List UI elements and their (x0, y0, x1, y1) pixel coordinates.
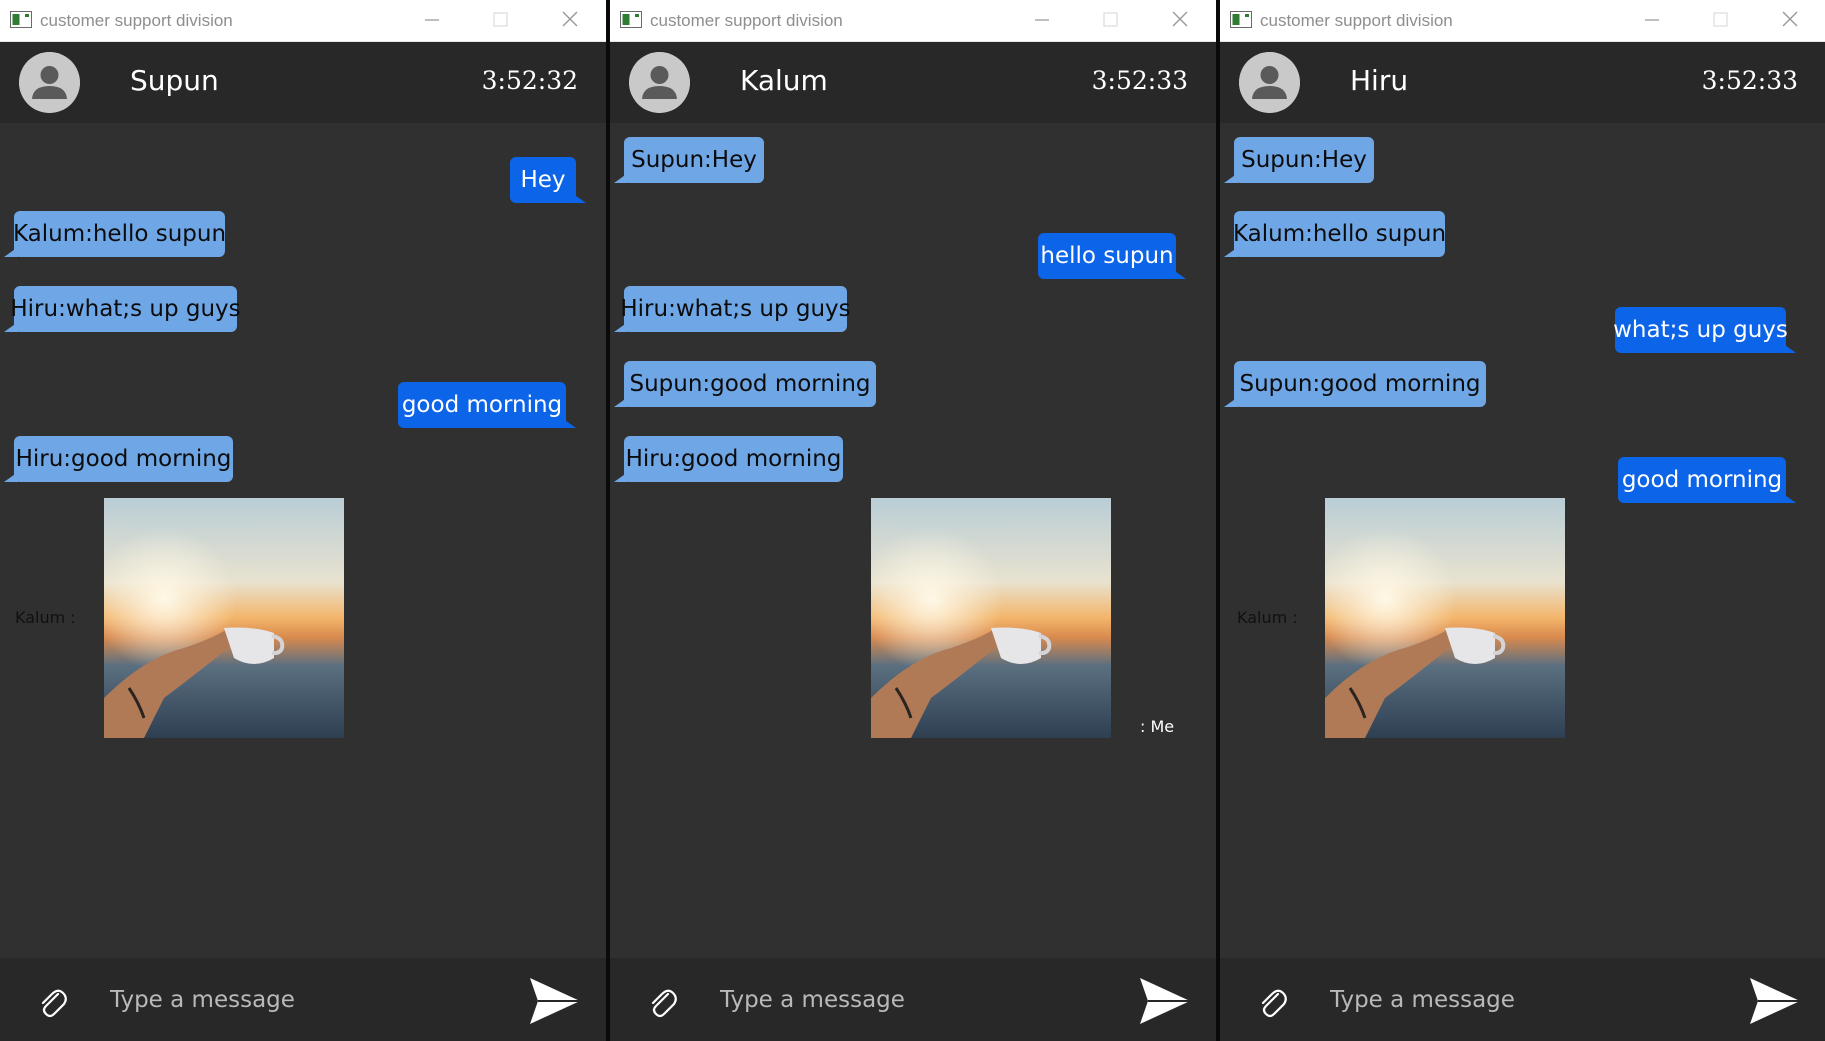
sunset-coffee-photo (104, 498, 344, 738)
close-icon (1782, 11, 1798, 27)
chat-header: Kalum 3:52:33 (610, 42, 1216, 123)
image-sender-label: Kalum : (15, 608, 76, 627)
maximize-icon (493, 12, 508, 27)
message-bubble-incoming[interactable]: Hiru:what;s up guys (614, 286, 851, 332)
message-list[interactable]: Hey Kalum:hello supun Hiru:what;s up guy… (0, 123, 606, 958)
close-icon (1172, 11, 1188, 27)
clock: 3:52:32 (481, 66, 578, 95)
message-bubble-incoming[interactable]: Kalum:hello supun (4, 211, 226, 257)
chat-header: Hiru 3:52:33 (1220, 42, 1825, 123)
window-title: customer support division (650, 11, 843, 30)
app-icon (620, 11, 642, 28)
contact-name: Kalum (740, 64, 828, 97)
user-silhouette-icon (629, 52, 690, 113)
chat-window-kalum: customer support division Kalum 3:52:33 … (610, 0, 1216, 1041)
close-button[interactable] (1776, 8, 1804, 32)
avatar[interactable] (629, 52, 690, 113)
shared-image[interactable] (871, 498, 1111, 738)
minimize-icon (1035, 19, 1049, 21)
shared-image[interactable] (104, 498, 344, 738)
message-list[interactable]: Supun:Hey hello supun Hiru:what;s up guy… (610, 123, 1216, 958)
shared-image[interactable] (1325, 498, 1565, 738)
composer (610, 958, 1216, 1041)
paperclip-icon[interactable] (36, 986, 70, 1020)
user-silhouette-icon (19, 52, 80, 113)
send-icon[interactable] (1138, 976, 1192, 1026)
sunset-coffee-photo (1325, 498, 1565, 738)
user-silhouette-icon (1239, 52, 1300, 113)
contact-name: Supun (130, 64, 219, 97)
avatar[interactable] (1239, 52, 1300, 113)
maximize-icon (1103, 12, 1118, 27)
message-bubble-incoming[interactable]: Hiru:good morning (614, 436, 843, 482)
close-button[interactable] (1166, 8, 1194, 32)
message-bubble-incoming[interactable]: Supun:Hey (614, 137, 764, 183)
composer (1220, 958, 1825, 1041)
title-bar: customer support division (1220, 0, 1825, 42)
minimize-button[interactable] (1028, 8, 1056, 32)
window-title: customer support division (1260, 11, 1453, 30)
message-bubble-incoming[interactable]: Supun:good morning (1224, 361, 1486, 407)
chat-window-supun: customer support division Supun 3:52:32 … (0, 0, 606, 1041)
app-icon (1230, 11, 1252, 28)
send-icon[interactable] (528, 976, 582, 1026)
composer (0, 958, 606, 1041)
maximize-button[interactable] (1706, 8, 1734, 32)
contact-name: Hiru (1350, 64, 1409, 97)
sunset-coffee-photo (871, 498, 1111, 738)
send-icon[interactable] (1748, 976, 1802, 1026)
message-bubble-outgoing[interactable]: hello supun (1038, 233, 1186, 279)
message-input[interactable] (720, 980, 1120, 1020)
message-bubble-outgoing[interactable]: good morning (398, 382, 576, 428)
minimize-icon (425, 19, 439, 21)
app-icon (10, 11, 32, 28)
message-bubble-incoming[interactable]: Supun:Hey (1224, 137, 1374, 183)
minimize-button[interactable] (418, 8, 446, 32)
message-bubble-outgoing[interactable]: good morning (1618, 457, 1796, 503)
image-sender-label: Kalum : (1237, 608, 1298, 627)
clock: 3:52:33 (1091, 66, 1188, 95)
message-input[interactable] (1330, 980, 1730, 1020)
message-bubble-outgoing[interactable]: Hey (510, 157, 586, 203)
title-bar: customer support division (0, 0, 606, 42)
message-bubble-incoming[interactable]: Supun:good morning (614, 361, 876, 407)
message-input[interactable] (110, 980, 510, 1020)
maximize-icon (1713, 12, 1728, 27)
minimize-icon (1645, 19, 1659, 21)
message-bubble-incoming[interactable]: Hiru:what;s up guys (4, 286, 241, 332)
chat-window-hiru: customer support division Hiru 3:52:33 S… (1220, 0, 1825, 1041)
close-button[interactable] (556, 8, 584, 32)
paperclip-icon[interactable] (1256, 986, 1290, 1020)
avatar[interactable] (19, 52, 80, 113)
image-sender-label: : Me (1140, 717, 1175, 736)
message-bubble-incoming[interactable]: Kalum:hello supun (1224, 211, 1446, 257)
maximize-button[interactable] (486, 8, 514, 32)
message-list[interactable]: Supun:Hey Kalum:hello supun what;s up gu… (1220, 123, 1825, 958)
paperclip-icon[interactable] (646, 986, 680, 1020)
chat-header: Supun 3:52:32 (0, 42, 606, 123)
message-bubble-incoming[interactable]: Hiru:good morning (4, 436, 233, 482)
minimize-button[interactable] (1638, 8, 1666, 32)
maximize-button[interactable] (1096, 8, 1124, 32)
close-icon (562, 11, 578, 27)
clock: 3:52:33 (1701, 66, 1798, 95)
message-bubble-outgoing[interactable]: what;s up guys (1613, 307, 1796, 353)
title-bar: customer support division (610, 0, 1216, 42)
window-title: customer support division (40, 11, 233, 30)
